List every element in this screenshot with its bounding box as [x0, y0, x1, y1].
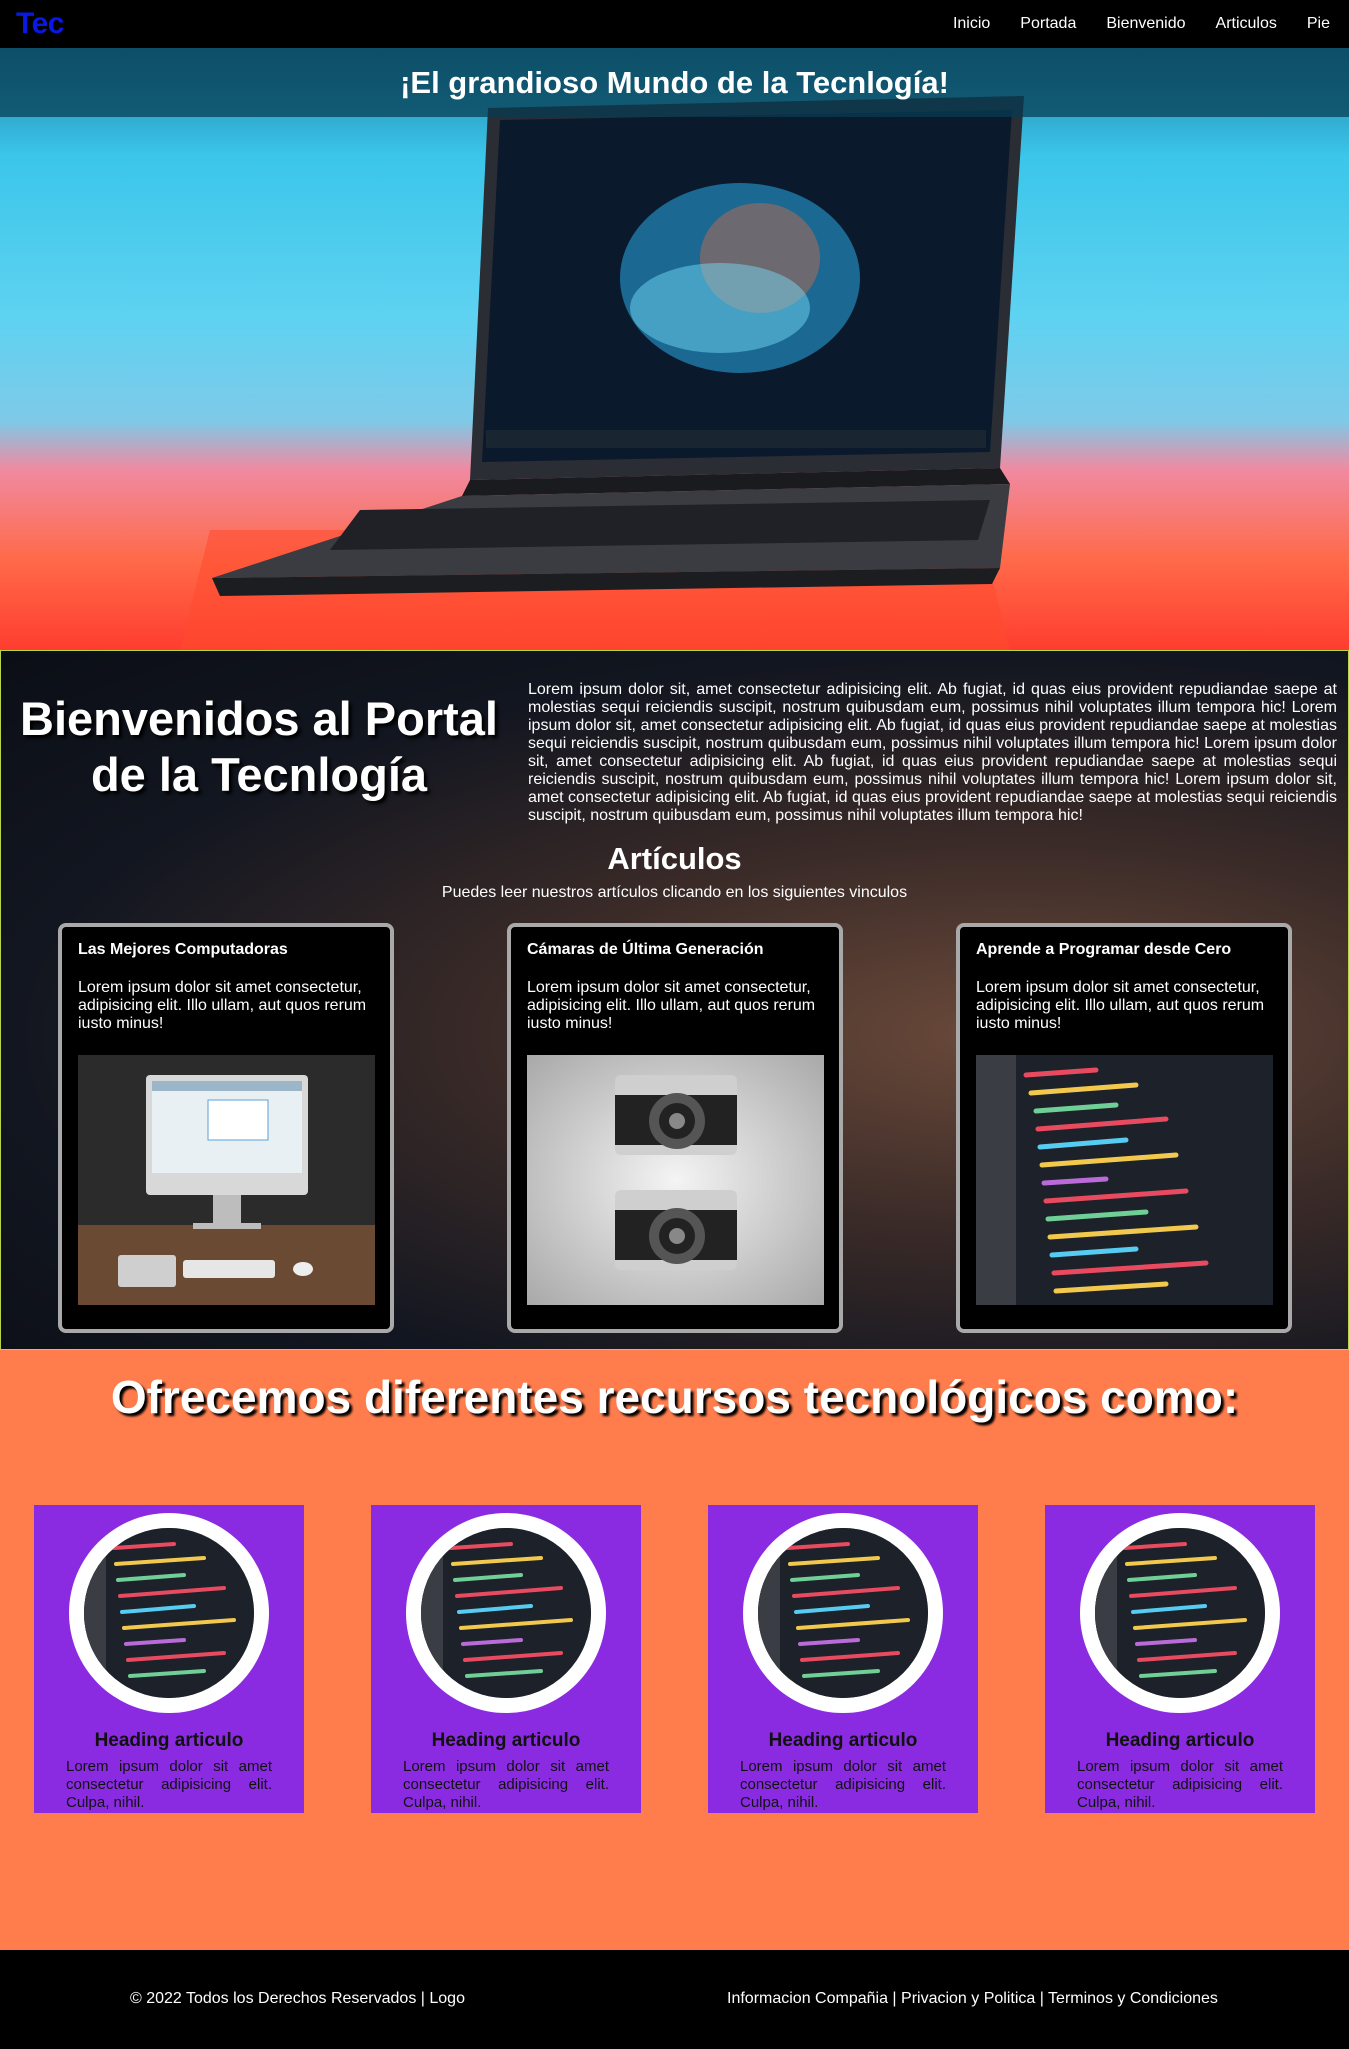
resource-text: Lorem ipsum dolor sit amet consectetur a…: [1077, 1758, 1283, 1811]
article-card-title[interactable]: Cámaras de Última Generación: [527, 941, 764, 959]
nav-link-articulos[interactable]: Articulos: [1201, 15, 1292, 33]
resource-card[interactable]: Heading articulo Lorem ipsum dolor sit a…: [708, 1505, 978, 1813]
resources-title: Ofrecemos diferentes recursos tecnológic…: [110, 1371, 1239, 1423]
welcome-section: Bienvenidos al Portal de la Tecnlogía Lo…: [0, 650, 1349, 1350]
article-card-cameras[interactable]: Cámaras de Última Generación Lorem ipsum…: [507, 923, 843, 1333]
top-navbar: Tec Inicio Portada Bienvenido Articulos …: [0, 0, 1349, 48]
resource-card[interactable]: Heading articulo Lorem ipsum dolor sit a…: [34, 1505, 304, 1813]
resource-text: Lorem ipsum dolor sit amet consectetur a…: [66, 1758, 272, 1811]
resources-section: Ofrecemos diferentes recursos tecnológic…: [0, 1350, 1349, 1950]
resource-image-frame: [69, 1513, 269, 1713]
code-image: [976, 1055, 1273, 1305]
nav-link-inicio[interactable]: Inicio: [938, 15, 1005, 33]
code-thumbnail-image: [1095, 1528, 1265, 1698]
hero-section: ¡El grandioso Mundo de la Tecnlogía!: [0, 48, 1349, 650]
resource-image-frame: [406, 1513, 606, 1713]
nav-link-portada[interactable]: Portada: [1005, 15, 1091, 33]
resource-heading: Heading articulo: [768, 1730, 918, 1751]
article-card-text: Lorem ipsum dolor sit amet consectetur, …: [78, 979, 367, 1032]
footer: © 2022 Todos los Derechos Reservados | L…: [0, 1950, 1349, 2049]
resource-heading: Heading articulo: [431, 1730, 581, 1751]
code-thumbnail-image: [421, 1528, 591, 1698]
articles-title: Artículos: [607, 841, 742, 876]
brand-logo[interactable]: Tec: [16, 7, 64, 41]
resource-text: Lorem ipsum dolor sit amet consectetur a…: [403, 1758, 609, 1811]
article-card-title[interactable]: Las Mejores Computadoras: [78, 941, 288, 959]
computer-image: [78, 1055, 375, 1305]
articles-subtitle: Puedes leer nuestros artículos clicando …: [441, 884, 908, 901]
article-card-title[interactable]: Aprende a Programar desde Cero: [976, 941, 1231, 959]
footer-copyright: © 2022 Todos los Derechos Reservados | L…: [130, 1990, 465, 2007]
nav-link-bienvenido[interactable]: Bienvenido: [1091, 15, 1200, 33]
footer-links[interactable]: Informacion Compañia | Privacion y Polit…: [727, 1990, 1218, 2008]
hero-title: ¡El grandioso Mundo de la Tecnlogía!: [400, 64, 949, 100]
resource-card[interactable]: Heading articulo Lorem ipsum dolor sit a…: [1045, 1505, 1315, 1813]
code-thumbnail-image: [758, 1528, 928, 1698]
welcome-title: Bienvenidos al Portal de la Tecnlogía: [20, 692, 498, 801]
article-card-computers[interactable]: Las Mejores Computadoras Lorem ipsum dol…: [58, 923, 394, 1333]
resource-heading: Heading articulo: [94, 1730, 244, 1751]
resource-image-frame: [743, 1513, 943, 1713]
hero-laptop-image: [180, 96, 1024, 650]
nav-link-pie[interactable]: Pie: [1292, 15, 1345, 33]
article-card-programming[interactable]: Aprende a Programar desde Cero Lorem ips…: [956, 923, 1292, 1333]
welcome-text: Lorem ipsum dolor sit, amet consectetur …: [528, 681, 1337, 824]
resource-card[interactable]: Heading articulo Lorem ipsum dolor sit a…: [371, 1505, 641, 1813]
resource-image-frame: [1080, 1513, 1280, 1713]
nav-links: Inicio Portada Bienvenido Articulos Pie: [938, 15, 1345, 33]
resource-text: Lorem ipsum dolor sit amet consectetur a…: [740, 1758, 946, 1811]
article-card-text: Lorem ipsum dolor sit amet consectetur, …: [976, 979, 1265, 1032]
camera-image: [527, 1055, 824, 1305]
article-card-text: Lorem ipsum dolor sit amet consectetur, …: [527, 979, 816, 1032]
code-thumbnail-image: [84, 1528, 254, 1698]
resource-heading: Heading articulo: [1105, 1730, 1255, 1751]
hero-banner: ¡El grandioso Mundo de la Tecnlogía!: [0, 48, 1349, 117]
